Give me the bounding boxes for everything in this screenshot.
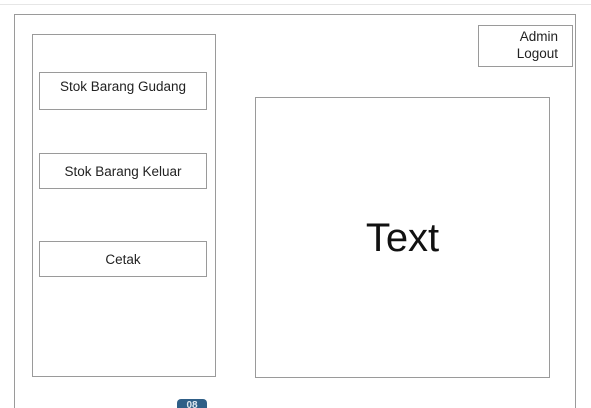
page-badge: 08 xyxy=(177,399,207,408)
sidebar-item-cetak[interactable]: Cetak xyxy=(39,241,207,277)
main-content-panel: Text xyxy=(255,97,550,378)
user-name: Admin xyxy=(519,29,558,44)
logout-link[interactable]: Logout xyxy=(483,45,558,62)
page: Stok Barang Gudang Stok Barang Keluar Ce… xyxy=(0,0,591,408)
sidebar-item-label: Cetak xyxy=(105,251,141,267)
content-placeholder-text: Text xyxy=(365,216,440,260)
top-divider xyxy=(0,4,591,5)
user-menu: Admin Logout xyxy=(478,25,573,67)
sidebar-item-stok-barang-keluar[interactable]: Stok Barang Keluar xyxy=(39,153,207,189)
sidebar-item-stok-barang-gudang[interactable]: Stok Barang Gudang xyxy=(39,72,207,110)
sidebar-item-label: Stok Barang Keluar xyxy=(64,163,182,179)
sidebar-item-label: Stok Barang Gudang xyxy=(59,79,187,94)
badge-text: 08 xyxy=(186,400,198,408)
